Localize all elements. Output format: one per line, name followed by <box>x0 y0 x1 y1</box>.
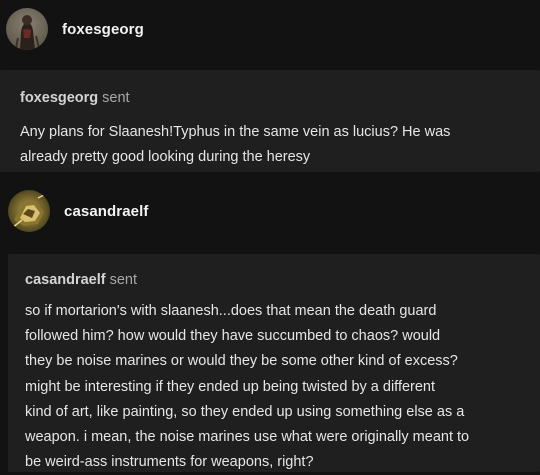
sender-line: foxesgeorg sent <box>20 88 520 108</box>
avatar[interactable] <box>8 190 50 232</box>
sender-line: casandraelf sent <box>25 270 523 290</box>
ask-header: casandraelf <box>8 190 148 232</box>
ask-message: so if mortarion's with slaanesh...does t… <box>25 303 470 471</box>
ask-card: foxesgeorg sent Any plans for Slaanesh!Ty… <box>0 70 540 172</box>
avatar[interactable] <box>6 8 48 50</box>
ask-header: foxesgeorg <box>6 8 144 50</box>
ask-card: casandraelf sent so if mortarion's with s… <box>8 254 540 472</box>
profile-avatar-icon <box>8 190 50 232</box>
sent-label: sent <box>102 90 130 106</box>
ask-message: Any plans for Slaanesh!Typhus in the sam… <box>20 124 451 165</box>
sender-name[interactable]: casandraelf <box>25 272 106 288</box>
username[interactable]: foxesgeorg <box>62 21 144 38</box>
username[interactable]: casandraelf <box>64 203 148 220</box>
sender-name[interactable]: foxesgeorg <box>20 90 98 106</box>
profile-avatar-icon <box>6 8 48 50</box>
sent-label: sent <box>109 272 138 288</box>
